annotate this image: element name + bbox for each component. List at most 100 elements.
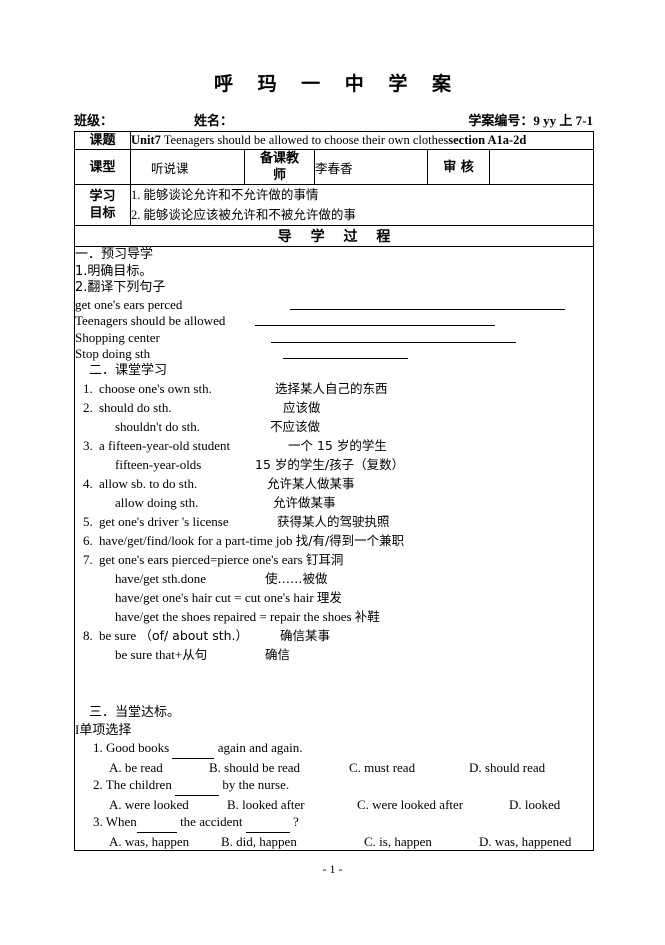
answer-blank[interactable] xyxy=(255,313,495,326)
preview-item-2: 2.翻译下列句子 xyxy=(75,280,166,295)
vocab-english: have/get/find/look for a part-time job xyxy=(99,533,296,548)
vocab-english: get one's driver 's license xyxy=(99,514,229,529)
goals-label: 学习 目标 xyxy=(74,184,131,226)
question-blank[interactable] xyxy=(172,741,215,759)
page-title: 呼 玛 一 中 学 案 xyxy=(213,73,461,95)
topic-section: section A xyxy=(448,133,497,147)
translate-phrase: Shopping center xyxy=(75,329,160,345)
question: 2. The children by the nurse. xyxy=(75,776,593,796)
vocab-chinese: 15 岁的学生/孩子（复数） xyxy=(255,457,405,472)
vocab-number: 5. xyxy=(83,514,93,529)
vocab-inline: be sure that+从句 xyxy=(115,645,207,664)
vocab-english: have/get one's hair cut = cut one's hair xyxy=(115,590,317,605)
option[interactable]: D. was, happened xyxy=(479,833,571,850)
option[interactable]: B. looked after xyxy=(227,796,305,813)
vocab-chinese: 确信 xyxy=(265,647,291,662)
prep-teacher-label-line2: 师 xyxy=(272,168,286,183)
question-blank[interactable] xyxy=(136,815,177,833)
answer-blank[interactable] xyxy=(290,297,565,310)
worksheet-body: 一．预习导学 1.明确目标。 2.翻译下列句子 get one's ears p… xyxy=(73,246,595,851)
option[interactable]: D. looked xyxy=(509,796,560,813)
table-row-process-header: 导 学 过 程 xyxy=(73,225,595,247)
student-name-label: 姓名： xyxy=(194,114,234,129)
table-row-topic: 课题 Unit7 Teenagers should be allowed to … xyxy=(74,131,595,150)
preview-item-1: 1.明确目标。 xyxy=(75,263,153,279)
table-row-lesson-type: 课型 听说课 备课教师 李春香 审 核 xyxy=(74,149,595,185)
classroom-heading: 二．课堂学习 xyxy=(89,362,168,378)
translate-row: Stop doing sth xyxy=(75,346,593,363)
vocab-chinese: 获得某人的驾驶执照 xyxy=(277,514,390,529)
option[interactable]: B. did, happen xyxy=(221,833,297,850)
goal-text: 能够谈论应该被允许和不被允许做的事 xyxy=(143,207,356,222)
vocab-english: a fifteen-year-old student xyxy=(99,438,231,453)
vocab-chinese: 应该做 xyxy=(283,400,321,415)
vocab-row: 8. be sure （of/ about sth.） 确信某事 xyxy=(75,626,593,645)
option[interactable]: D. should read xyxy=(469,759,545,776)
vocab-chinese: 允许做某事 xyxy=(273,495,336,510)
option[interactable]: C. is, happen xyxy=(364,833,432,850)
question-blank[interactable] xyxy=(245,815,290,833)
vocab-number: 6. xyxy=(83,533,93,548)
question-stem-pre: 2. The children xyxy=(93,777,176,792)
option[interactable]: A. was, happen xyxy=(109,833,189,850)
question-blank[interactable] xyxy=(175,778,220,796)
exercises-subheading: I单项选择 xyxy=(75,721,593,739)
vocab-english: should do sth. xyxy=(99,400,172,415)
translate-phrase: get one's ears perced xyxy=(75,296,183,312)
vocab-chinese: 选择某人自己的东西 xyxy=(275,381,388,396)
question-options: A. was, happen B. did, happen C. is, hap… xyxy=(75,833,593,850)
option[interactable]: A. be read xyxy=(109,759,163,776)
answer-blank[interactable] xyxy=(283,346,408,359)
vocab-inline: have/get the shoes repaired = repair the… xyxy=(115,607,380,626)
question-stem-post: the accident xyxy=(176,814,246,829)
topic-pages: 1a-2d xyxy=(496,133,527,147)
translate-phrase: Stop doing sth xyxy=(75,346,151,361)
process-header: 导 学 过 程 xyxy=(73,225,595,247)
worksheet-number: 学案编号：9 yy 上 7-1 xyxy=(468,110,593,129)
exercises-subheading-label: 单项选择 xyxy=(79,723,132,738)
vocab-row: have/get one's hair cut = cut one's hair… xyxy=(75,588,593,607)
exercises-heading: 三．当堂达标。 xyxy=(89,705,181,720)
vocab-english: have/get the shoes repaired = repair the… xyxy=(115,609,355,624)
vocab-number: 1. xyxy=(83,381,93,396)
vocab-chinese: 一个 15 岁的学生 xyxy=(288,438,387,453)
answer-blank[interactable] xyxy=(271,330,516,343)
goal-number: 2. xyxy=(131,208,141,222)
reviewer-label: 审 核 xyxy=(427,149,490,185)
topic-label: 课题 xyxy=(74,131,131,150)
translate-row: Shopping center xyxy=(75,330,593,347)
goals-label-line2: 目标 xyxy=(89,206,116,221)
goal-item: 2. 能够谈论应该被允许和不被允许做的事 xyxy=(131,205,593,225)
translate-phrase: Teenagers should be allowed xyxy=(75,313,226,328)
vocab-inline: have/get/find/look for a part-time job 找… xyxy=(99,531,404,550)
vocab-english: be sure xyxy=(99,628,140,643)
vocab-chinese: 不应该做 xyxy=(270,419,321,434)
vocab-row: 5. get one's driver 's license 获得某人的驾驶执照 xyxy=(75,512,593,531)
worksheet-page: 呼 玛 一 中 学 案 班级： 姓名： 学案编号：9 yy 上 7-1 课题 U… xyxy=(0,0,665,945)
vocab-paren: （of/ about sth.） xyxy=(139,628,249,643)
vocab-inline: be sure （of/ about sth.） xyxy=(99,626,248,645)
question-stem-pre: 3. When xyxy=(93,814,137,829)
option[interactable]: A. were looked xyxy=(109,796,189,813)
vocab-row: have/get sth.done 使……被做 xyxy=(75,569,593,588)
option[interactable]: B. should be read xyxy=(209,759,300,776)
vocab-row: be sure that+从句 确信 xyxy=(75,645,593,664)
vocab-row: 1. choose one's own sth. 选择某人自己的东西 xyxy=(75,379,593,398)
question-stem-post: by the nurse. xyxy=(219,777,290,792)
option[interactable]: C. were looked after xyxy=(357,796,463,813)
vocab-chinese: 补鞋 xyxy=(354,609,380,624)
question-stem-pre: 1. Good books xyxy=(93,740,173,755)
vocab-number: 4. xyxy=(83,476,93,491)
vocab-chinese: 理发 xyxy=(316,590,342,605)
goal-text: 能够谈论允许和不允许做的事情 xyxy=(143,187,319,202)
option[interactable]: C. must read xyxy=(349,759,415,776)
vocab-row: 7. get one's ears pierced=pierce one's e… xyxy=(75,550,593,569)
topic-value: Unit7 Teenagers should be allowed to cho… xyxy=(129,131,595,150)
vocab-row: fifteen-year-olds 15 岁的学生/孩子（复数） xyxy=(75,455,593,474)
vocab-english: shouldn't do sth. xyxy=(115,419,201,434)
vocab-inline: have/get one's hair cut = cut one's hair… xyxy=(115,588,342,607)
question-stem-post2: ? xyxy=(289,814,299,829)
vocab-chinese: 允许某人做某事 xyxy=(267,476,355,491)
vocab-row: 4. allow sb. to do sth. 允许某人做某事 xyxy=(75,474,593,493)
vocab-row: 6. have/get/find/look for a part-time jo… xyxy=(75,531,593,550)
